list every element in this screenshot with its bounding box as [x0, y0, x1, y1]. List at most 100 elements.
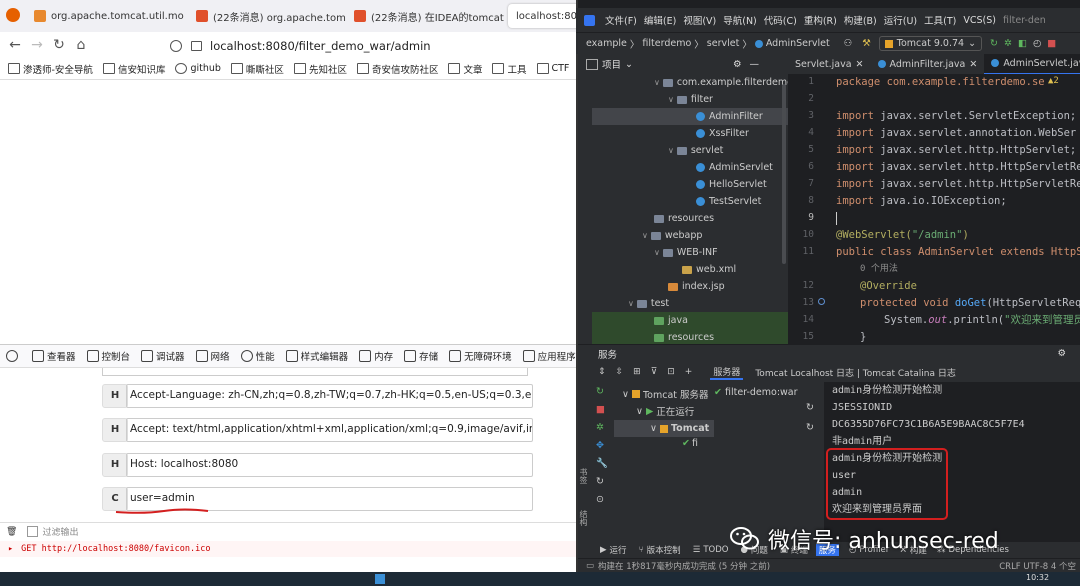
- breadcrumb-item[interactable]: example: [586, 38, 627, 49]
- code-editor[interactable]: package com.example.filterdemo.se import…: [832, 74, 1080, 344]
- breadcrumb-item[interactable]: filterdemo: [642, 38, 691, 49]
- debug-icon[interactable]: ✲: [1004, 38, 1012, 49]
- bookmark-folder[interactable]: 工具: [492, 62, 527, 76]
- tab-tomcat-log[interactable]: Tomcat Localhost 日志 | Tomcat Catalina 日志: [755, 366, 955, 379]
- close-icon[interactable]: ✕: [969, 59, 977, 70]
- service-node[interactable]: ∨ ▶ 正在运行: [636, 404, 694, 419]
- tree-node[interactable]: ∨ test: [628, 295, 669, 312]
- bookmark-folder[interactable]: 文章: [448, 62, 482, 76]
- run-config-select[interactable]: Tomcat 9.0.74 ⌄: [878, 36, 983, 51]
- update-icon[interactable]: ↻: [806, 422, 814, 433]
- menu-vcs[interactable]: VCS(S): [963, 15, 996, 26]
- reload-icon[interactable]: ↻: [48, 37, 70, 53]
- devtools-tab-network[interactable]: 网络: [195, 349, 230, 363]
- tree-node[interactable]: resources: [592, 329, 788, 344]
- bookmark-item[interactable]: 信安知识库: [102, 62, 165, 76]
- windows-start-icon[interactable]: [375, 574, 385, 584]
- tree-node[interactable]: TestServlet: [696, 193, 761, 210]
- expand-all-icon[interactable]: ⇕: [598, 367, 606, 377]
- tree-node[interactable]: ∨ WEB-INF: [654, 244, 718, 261]
- project-panel-title[interactable]: 项目: [602, 57, 621, 71]
- tree-node[interactable]: XssFilter: [696, 125, 749, 142]
- devtools-tab-storage[interactable]: 存储: [404, 349, 438, 363]
- tool-vcs[interactable]: 版本控制: [647, 544, 681, 556]
- service-node[interactable]: ✔ fi: [682, 438, 698, 449]
- editor-tab-active[interactable]: AdminServlet.java✕: [984, 54, 1080, 74]
- header-input[interactable]: Host: localhost:8080: [126, 453, 533, 477]
- menu-view[interactable]: 视图(V): [683, 13, 716, 27]
- bookmark-folder[interactable]: CTF: [536, 63, 569, 74]
- tool-todo[interactable]: TODO: [703, 545, 728, 555]
- editor-tab[interactable]: Servlet.java ✕: [788, 54, 871, 74]
- menu-code[interactable]: 代码(C): [764, 13, 797, 27]
- browser-tab-1[interactable]: org.apache.tomcat.util.mode ✕: [34, 4, 184, 28]
- menu-tools[interactable]: 工具(T): [924, 13, 956, 27]
- home-icon[interactable]: ⌂: [70, 37, 92, 53]
- devtools-tab-console[interactable]: 控制台: [86, 349, 130, 363]
- tree-node-selected[interactable]: AdminFilter: [592, 108, 788, 125]
- devtools-tab-style-editor[interactable]: 样式编辑器: [285, 349, 348, 363]
- tab-server[interactable]: 服务器: [710, 365, 744, 380]
- status-message[interactable]: 构建在 1秒817毫秒内成功完成 (5 分钟 之前): [598, 560, 770, 572]
- debug-icon[interactable]: ✲: [596, 422, 604, 433]
- header-input[interactable]: Accept-Language: zh-CN,zh;q=0.8,zh-TW;q=…: [126, 384, 533, 408]
- refresh-icon[interactable]: ↻: [806, 402, 814, 413]
- service-node[interactable]: ∨ Tomcat 服务器: [622, 387, 709, 402]
- gear-icon[interactable]: ⚙: [733, 59, 742, 70]
- add-icon[interactable]: +: [685, 367, 693, 377]
- refresh-icon[interactable]: ↻: [596, 476, 604, 487]
- tree-node[interactable]: HelloServlet: [696, 176, 767, 193]
- tree-node[interactable]: ∨ webapp: [642, 227, 702, 244]
- devtools-tab-application[interactable]: 应用程序: [522, 349, 576, 363]
- rerun-icon[interactable]: ↻: [990, 38, 998, 49]
- stop-icon[interactable]: ■: [1047, 38, 1056, 49]
- user-icon[interactable]: ⚇: [844, 38, 853, 49]
- gear-icon[interactable]: ⚙: [1057, 348, 1066, 359]
- minimize-icon[interactable]: —: [750, 59, 760, 70]
- editor-tab[interactable]: AdminFilter.java ✕: [871, 54, 985, 74]
- menu-navigate[interactable]: 导航(N): [723, 13, 757, 27]
- tree-node[interactable]: index.jsp: [668, 278, 725, 295]
- trash-icon[interactable]: 🗑: [6, 527, 17, 537]
- devtools-tab-inspector[interactable]: 查看器: [32, 349, 76, 363]
- menu-file[interactable]: 文件(F): [605, 13, 637, 27]
- warning-indicator[interactable]: ▲2: [1046, 76, 1061, 86]
- menu-refactor[interactable]: 重构(R): [804, 13, 837, 27]
- tree-node[interactable]: web.xml: [682, 261, 736, 278]
- menu-run[interactable]: 运行(U): [884, 13, 917, 27]
- devtools-tab-memory[interactable]: 内存: [359, 349, 393, 363]
- coverage-icon[interactable]: ◧: [1018, 38, 1027, 49]
- picker-icon[interactable]: [6, 350, 21, 362]
- browser-tab-2[interactable]: (22条消息) org.apache.tomca ✕: [196, 4, 346, 28]
- tree-node[interactable]: AdminServlet: [696, 159, 773, 176]
- back-arrow-icon[interactable]: ←: [4, 37, 26, 53]
- side-tab-bookmarks[interactable]: 书签: [578, 468, 589, 484]
- tree-node[interactable]: ∨ com.example.filterdemo: [654, 74, 788, 91]
- service-node-selected[interactable]: ∨ Tomcat: [614, 420, 714, 437]
- browser-tab-3[interactable]: (22条消息) 在IDEA的tomcat中 ✕: [354, 4, 504, 28]
- stop-icon[interactable]: ■: [596, 404, 605, 415]
- group-icon[interactable]: ⊞: [633, 367, 641, 377]
- hammer-icon[interactable]: ⚒: [862, 38, 871, 49]
- menu-edit[interactable]: 编辑(E): [644, 13, 676, 27]
- breadcrumb-item[interactable]: AdminServlet: [766, 38, 830, 49]
- artifact-item[interactable]: ✔ filter-demo:war: [714, 387, 798, 398]
- bookmark-item[interactable]: 渗透师-安全导航: [8, 62, 93, 76]
- console-filter-input[interactable]: 过滤输出: [42, 525, 78, 538]
- usages-hint[interactable]: 0 个用法: [860, 264, 898, 274]
- camera-icon[interactable]: ⊙: [596, 494, 604, 505]
- close-icon[interactable]: ✕: [856, 59, 864, 70]
- header-input[interactable]: Accept: text/html,application/xhtml+xml,…: [126, 418, 533, 442]
- collapse-all-icon[interactable]: ⇳: [616, 367, 624, 377]
- devtools-tab-debugger[interactable]: 调试器: [141, 349, 185, 363]
- tool-run[interactable]: 运行: [610, 544, 627, 556]
- wrench-icon[interactable]: 🔧: [596, 458, 608, 469]
- devtools-tab-accessibility[interactable]: 无障碍环境: [449, 349, 512, 363]
- address-bar[interactable]: localhost:8080/filter_demo_war/admin: [170, 36, 570, 56]
- rerun-icon[interactable]: ↻: [596, 386, 604, 397]
- devtools-tab-performance[interactable]: 性能: [240, 349, 275, 363]
- bookmark-item[interactable]: 先知社区: [293, 62, 347, 76]
- side-tab-structure[interactable]: 结构: [578, 510, 589, 526]
- status-encoding[interactable]: CRLF UTF-8 4 个空: [999, 560, 1076, 572]
- tree-node[interactable]: resources: [654, 210, 714, 227]
